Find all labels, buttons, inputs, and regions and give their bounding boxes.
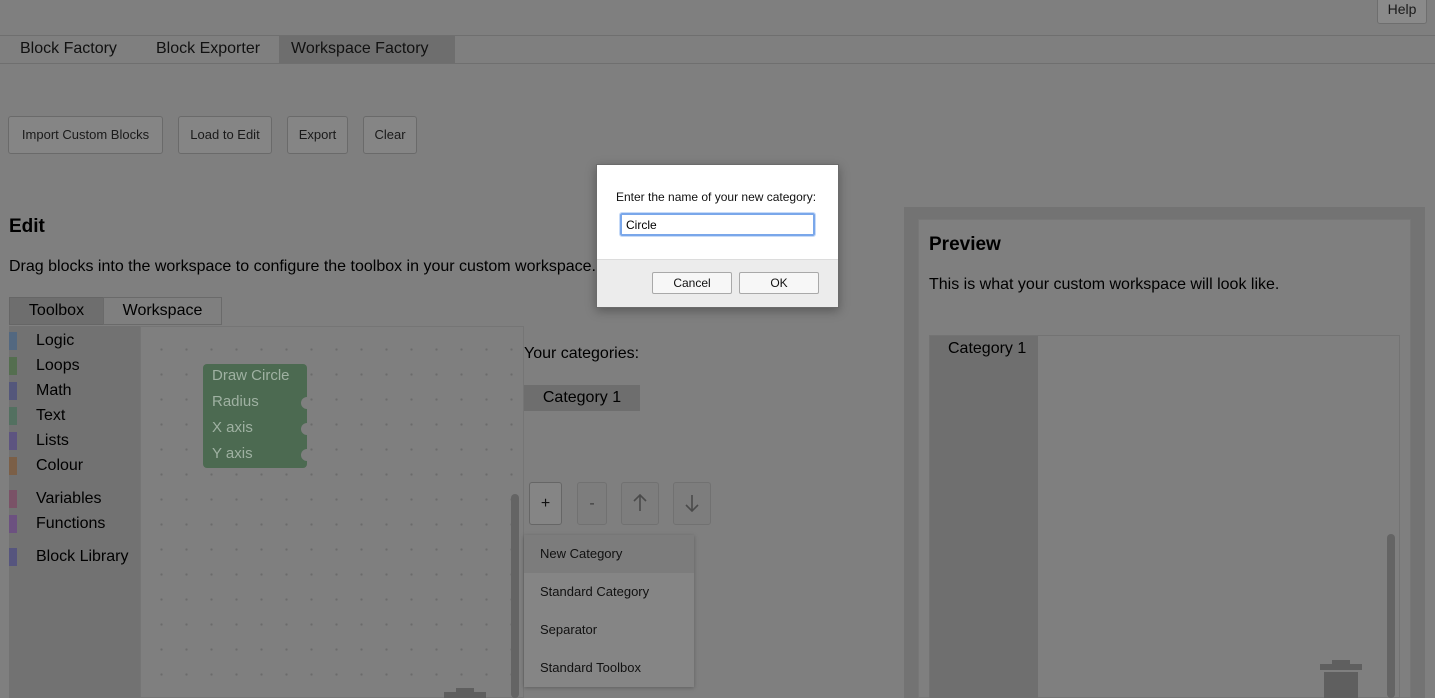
category-color-swatch <box>9 382 17 400</box>
toolbox-panel <box>9 326 140 698</box>
menu-item-separator[interactable]: Separator <box>524 611 694 649</box>
block-input-label: X axis <box>212 419 253 436</box>
menu-item-standard-category[interactable]: Standard Category <box>524 573 694 611</box>
block-title: Draw Circle <box>212 367 290 384</box>
ok-button[interactable]: OK <box>739 272 819 294</box>
category-color-swatch <box>9 490 17 508</box>
category-color-swatch <box>9 548 17 566</box>
category-color-swatch <box>9 357 17 375</box>
draw-circle-block[interactable]: Draw Circle Radius X axis Y axis <box>203 364 308 468</box>
category-color-swatch <box>9 407 17 425</box>
arrow-up-icon <box>633 493 647 511</box>
toolbox-category-label: Math <box>36 382 72 399</box>
block-input-label: Y axis <box>212 445 253 462</box>
category-color-swatch <box>9 515 17 533</box>
subtab-toolbox[interactable]: Toolbox <box>9 297 104 325</box>
arrow-down-icon <box>685 495 699 513</box>
cancel-button[interactable]: Cancel <box>652 272 732 294</box>
export-button[interactable]: Export <box>287 116 348 154</box>
trash-icon[interactable] <box>444 688 486 698</box>
tab-block-exporter[interactable]: Block Exporter <box>144 36 272 63</box>
your-categories-heading: Your categories: <box>524 345 640 362</box>
preview-trash-icon[interactable] <box>1320 660 1362 698</box>
preview-category-item[interactable]: Category 1 <box>948 340 1026 358</box>
input-socket <box>301 423 308 435</box>
category-item[interactable]: Category 1 <box>524 385 640 411</box>
workspace-scrollbar[interactable] <box>511 494 519 698</box>
category-name-input[interactable] <box>619 212 816 237</box>
load-to-edit-button[interactable]: Load to Edit <box>178 116 272 154</box>
input-socket <box>301 449 308 461</box>
help-button[interactable]: Help <box>1377 0 1427 24</box>
toolbox-category-label: Text <box>36 407 66 424</box>
edit-description: Drag blocks into the workspace to config… <box>9 258 596 275</box>
clear-button[interactable]: Clear <box>363 116 417 154</box>
preview-scrollbar[interactable] <box>1387 534 1395 698</box>
new-category-dialog: Enter the name of your new category: Can… <box>596 164 839 308</box>
category-color-swatch <box>9 432 17 450</box>
toolbox-category-label: Logic <box>36 332 75 349</box>
add-category-button[interactable]: + <box>529 482 562 525</box>
toolbox-category-label: Functions <box>36 515 106 532</box>
toolbox-category-label: Loops <box>36 357 80 374</box>
move-down-button[interactable] <box>673 482 711 525</box>
remove-category-button[interactable]: - <box>577 482 607 525</box>
edit-title: Edit <box>9 216 45 237</box>
toolbox-category-label: Variables <box>36 490 102 507</box>
tabs-divider <box>0 63 1435 64</box>
dialog-message: Enter the name of your new category: <box>616 190 817 204</box>
category-color-swatch <box>9 332 17 350</box>
toolbox-category-label: Lists <box>36 432 69 449</box>
toolbox-category-label: Block Library <box>36 548 129 565</box>
menu-item-new-category[interactable]: New Category <box>524 535 694 573</box>
edit-workspace-canvas[interactable] <box>140 326 524 698</box>
subtab-workspace[interactable]: Workspace <box>103 297 222 325</box>
input-socket <box>301 397 308 409</box>
preview-toolbox <box>930 336 1038 698</box>
menu-item-standard-toolbox[interactable]: Standard Toolbox <box>524 649 694 687</box>
tab-workspace-factory[interactable]: Workspace Factory <box>279 36 455 63</box>
block-input-label: Radius <box>212 393 259 410</box>
preview-description: This is what your custom workspace will … <box>929 276 1280 293</box>
dialog-footer: Cancel OK <box>597 259 838 307</box>
import-custom-blocks-button[interactable]: Import Custom Blocks <box>8 116 163 154</box>
tab-block-factory[interactable]: Block Factory <box>8 36 129 63</box>
toolbox-category-label: Colour <box>36 457 84 474</box>
move-up-button[interactable] <box>621 482 659 525</box>
preview-title: Preview <box>929 234 1001 255</box>
category-color-swatch <box>9 457 17 475</box>
add-category-menu: New Category Standard Category Separator… <box>524 535 694 687</box>
